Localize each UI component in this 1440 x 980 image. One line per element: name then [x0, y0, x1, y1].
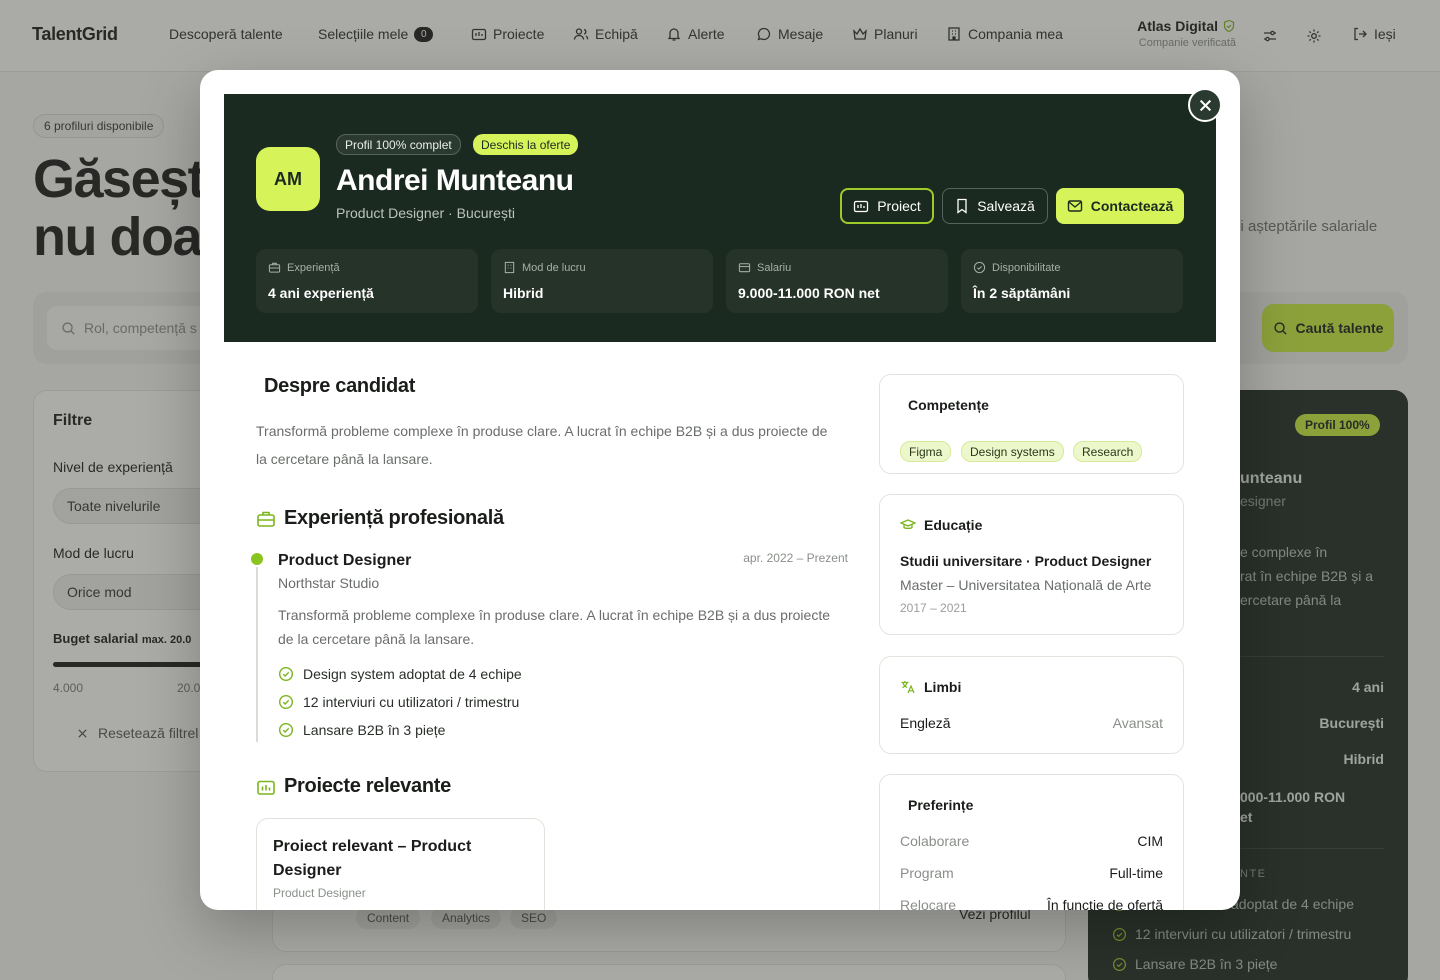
achievement-item: Design system adoptat de 4 echipe	[278, 666, 522, 682]
achievement-item: Lansare B2B în 3 piețe	[278, 722, 445, 738]
stat-label-text: Salariu	[757, 261, 792, 274]
skills-title: Competențe	[908, 397, 989, 413]
experience-dates: apr. 2022 – Prezent	[743, 551, 848, 565]
button-label: Salvează	[977, 198, 1035, 214]
stat-value: În 2 săptămâni	[973, 285, 1071, 301]
language-name: Engleză	[900, 715, 951, 731]
profile-header: AM Profil 100% complet Deschis la oferte…	[224, 94, 1216, 342]
preference-key: Colaborare	[900, 833, 970, 849]
preference-key: Program	[900, 865, 954, 881]
preferences-title: Preferințe	[908, 797, 974, 813]
candidate-role: Product Designer · București	[336, 205, 515, 221]
stat-label: Mod de lucru	[503, 261, 586, 274]
button-label: Contactează	[1090, 198, 1174, 214]
education-years: 2017 – 2021	[900, 601, 967, 615]
save-button[interactable]: Salvează	[942, 188, 1048, 224]
stat-label-text: Mod de lucru	[522, 261, 586, 274]
folder-icon	[257, 780, 275, 795]
stat-label: Experiență	[268, 261, 340, 274]
about-title: Despre candidat	[264, 375, 416, 397]
achievement-item: 12 interviuri cu utilizatori / trimestru	[278, 694, 519, 710]
education-school: Master – Universitatea Națională de Arte	[900, 577, 1152, 593]
project-title-line: Proiect relevant – Product	[273, 838, 472, 855]
bookmark-icon	[957, 198, 967, 214]
about-text: Transformă probleme complexe în produse …	[256, 417, 856, 473]
project-title-line: Designer	[273, 862, 342, 879]
card-title-text: Limbi	[924, 679, 962, 695]
close-modal-button[interactable]	[1188, 88, 1222, 122]
about-text-line: Transformă probleme complexe în produse …	[256, 423, 828, 439]
check-circle-icon	[278, 694, 294, 710]
briefcase-icon	[257, 511, 275, 527]
timeline-dot	[251, 553, 263, 565]
stat-value: 9.000-11.000 RON net	[738, 285, 880, 301]
experience-desc-line: Transformă probleme complexe în produse …	[278, 607, 830, 623]
stat-label-text: Experiență	[287, 261, 340, 274]
skills-card: Competențe Figma Design systems Research	[879, 374, 1184, 474]
profile-complete-badge: Profil 100% complet	[336, 134, 461, 155]
section-title-text: Proiecte relevante	[284, 775, 451, 797]
projects-title: Proiecte relevante	[256, 775, 451, 798]
translate-icon	[901, 681, 915, 694]
about-text-line: la cercetare până la lansare.	[256, 451, 433, 467]
education-degree: Studii universitare · Product Designer	[900, 553, 1152, 569]
check-circle-icon	[278, 722, 294, 738]
language-level: Avansat	[1112, 715, 1163, 731]
skill-chip: Research	[1073, 441, 1143, 462]
folder-icon	[854, 200, 869, 213]
preference-value: În funcție de ofertă	[1047, 897, 1163, 910]
project-title: Proiect relevant – Product Designer	[273, 835, 471, 883]
graduation-cap-icon	[900, 519, 916, 530]
candidate-profile-modal: AM Profil 100% complet Deschis la oferte…	[200, 70, 1240, 910]
stat-availability: Disponibilitate În 2 săptămâni	[961, 249, 1183, 313]
check-circle-icon	[278, 666, 294, 682]
stat-work-mode: Mod de lucru Hibrid	[491, 249, 713, 313]
achievement-text: Design system adoptat de 4 echipe	[303, 666, 522, 682]
stat-experience: Experiență 4 ani experiență	[256, 249, 478, 313]
experience-company: Northstar Studio	[278, 575, 380, 591]
check-circle-icon	[973, 261, 986, 274]
stat-value: 4 ani experiență	[268, 285, 374, 301]
card-title-text: Educație	[924, 517, 983, 533]
stat-label: Salariu	[738, 261, 791, 274]
languages-card: Limbi Engleză Avansat	[879, 656, 1184, 754]
stat-label-text: Disponibilitate	[992, 261, 1061, 274]
section-title-text: Experiență profesională	[284, 507, 504, 529]
preference-key: Relocare	[900, 897, 957, 910]
education-title: Educație	[900, 517, 982, 533]
languages-title: Limbi	[900, 679, 961, 695]
stat-value: Hibrid	[503, 285, 544, 301]
experience-description: Transformă probleme complexe în produse …	[278, 603, 858, 651]
timeline-line	[256, 567, 258, 742]
experience-role: Product Designer	[278, 552, 412, 569]
briefcase-icon	[268, 262, 281, 273]
experience-title: Experiență profesională	[256, 507, 504, 530]
wallet-icon	[738, 263, 751, 273]
achievement-text: 12 interviuri cu utilizatori / trimestru	[303, 694, 520, 710]
stat-salary: Salariu 9.000-11.000 RON net	[726, 249, 948, 313]
project-subtitle: Product Designer	[273, 886, 366, 900]
experience-desc-line: de la cercetare până la lansare.	[278, 631, 475, 647]
candidate-name: Andrei Munteanu	[336, 164, 574, 197]
skill-chip: Design systems	[961, 441, 1064, 462]
building-icon	[504, 261, 515, 274]
stat-label: Disponibilitate	[973, 261, 1060, 274]
preference-value: CIM	[1137, 833, 1163, 849]
contact-button[interactable]: Contactează	[1056, 188, 1184, 224]
project-card[interactable]: Proiect relevant – Product Designer Produ…	[256, 818, 545, 910]
education-card: Educație Studii universitare · Product D…	[879, 494, 1184, 635]
mail-icon	[1067, 200, 1082, 212]
achievement-text: Lansare B2B în 3 piețe	[303, 722, 446, 738]
preference-value: Full-time	[1109, 865, 1163, 881]
add-to-project-button[interactable]: Proiect	[840, 188, 934, 224]
avatar: AM	[256, 147, 320, 211]
open-to-offers-badge: Deschis la oferte	[473, 134, 579, 155]
close-icon	[1199, 99, 1211, 111]
preferences-card: Preferințe Colaborare CIM Program Full-t…	[879, 774, 1184, 910]
button-label: Proiect	[877, 198, 921, 214]
skill-chip: Figma	[900, 441, 952, 462]
